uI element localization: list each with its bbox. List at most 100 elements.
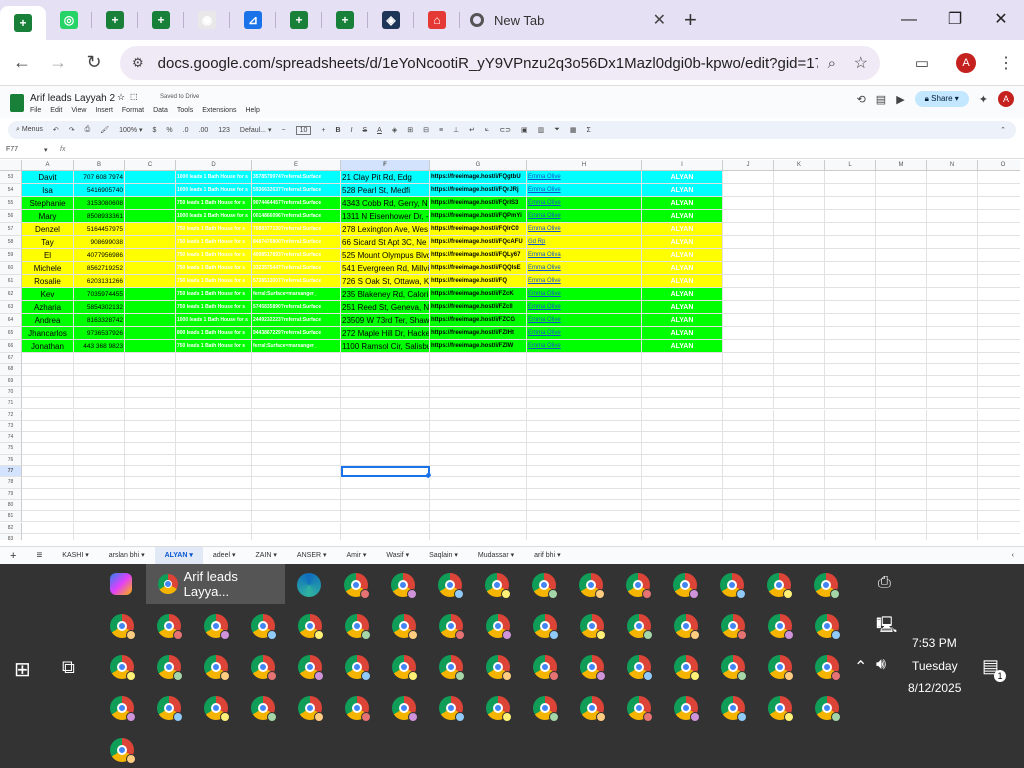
cell-m[interactable]: [876, 420, 927, 433]
cell-j[interactable]: [723, 301, 774, 314]
cell-e[interactable]: [252, 499, 341, 512]
sheet-tab-dropdown-icon[interactable]: ▾: [452, 552, 458, 559]
cell-a[interactable]: Jhancarlos: [22, 327, 74, 340]
browser-tab-6[interactable]: ⊿: [230, 0, 276, 40]
font-size-input[interactable]: 10: [295, 125, 312, 135]
cell-e[interactable]: [252, 409, 341, 421]
formula-input[interactable]: [80, 143, 1010, 158]
cell-c[interactable]: [125, 533, 176, 540]
sheet-tab-amir[interactable]: Amir ▾: [337, 547, 377, 565]
name-box-dropdown-icon[interactable]: ▾: [44, 146, 48, 154]
cell-j[interactable]: [723, 477, 774, 489]
cell-m[interactable]: [876, 171, 927, 184]
chrome-taskbar-icon[interactable]: [110, 696, 136, 722]
cell-i[interactable]: ALYAN: [642, 262, 723, 275]
zoom-select[interactable]: 100% ▾: [119, 126, 142, 134]
cell-o[interactable]: [978, 455, 1020, 466]
cell-l[interactable]: [825, 454, 876, 466]
cell-b[interactable]: 7035974455: [74, 288, 125, 301]
cell-d[interactable]: [176, 443, 252, 455]
cell-d[interactable]: 750 leads 1 Bath House for s: [176, 223, 252, 236]
cell-k[interactable]: [774, 522, 825, 534]
cell-l[interactable]: [825, 398, 876, 410]
reload-icon[interactable]: ↻: [76, 52, 112, 73]
cell-i[interactable]: ALYAN: [642, 236, 723, 249]
chrome-taskbar-icon[interactable]: [580, 614, 606, 640]
cell-j[interactable]: [723, 327, 774, 340]
cell-a[interactable]: Mary: [22, 210, 74, 223]
cell-o[interactable]: [978, 327, 1020, 340]
menus-search[interactable]: ⌕ Menus: [16, 126, 43, 134]
cell-k[interactable]: [774, 386, 825, 399]
cell-o[interactable]: [978, 534, 1020, 540]
row-header[interactable]: 53: [0, 171, 22, 184]
close-window-icon[interactable]: ✕: [978, 0, 1024, 40]
sheet-tab-dropdown-icon[interactable]: ▾: [187, 552, 193, 559]
cell-o[interactable]: [978, 466, 1020, 478]
cell-j[interactable]: [723, 262, 774, 275]
cell-h[interactable]: Emma Olive: [527, 223, 642, 236]
cell-b[interactable]: [74, 443, 125, 455]
browser-tab-5[interactable]: ◉: [184, 0, 230, 40]
cell-c[interactable]: [125, 409, 176, 421]
cell-a[interactable]: [22, 386, 74, 399]
cell-h[interactable]: [527, 488, 642, 500]
cell-a[interactable]: Denzel: [22, 223, 74, 236]
cell-c[interactable]: [125, 327, 176, 340]
cell-d[interactable]: [176, 432, 252, 444]
cell-n[interactable]: [927, 466, 978, 478]
cell-c[interactable]: [125, 432, 176, 444]
cell-o[interactable]: [978, 236, 1020, 249]
cell-h[interactable]: Emma Olive: [527, 301, 642, 314]
cell-b[interactable]: 5416905740: [74, 184, 125, 197]
cell-o[interactable]: [978, 364, 1020, 376]
row-header[interactable]: 81: [0, 511, 22, 523]
cell-i[interactable]: [642, 533, 723, 540]
new-tab-plus-icon[interactable]: +: [684, 7, 697, 33]
row-header[interactable]: 77: [0, 466, 22, 478]
cell-o[interactable]: [978, 489, 1020, 500]
cell-b[interactable]: 8508933361: [74, 210, 125, 223]
cell-i[interactable]: ALYAN: [642, 340, 723, 353]
cell-j[interactable]: [723, 223, 774, 236]
cell-o[interactable]: [978, 477, 1020, 489]
row-header[interactable]: 59: [0, 249, 22, 262]
chrome-taskbar-icon[interactable]: [768, 614, 794, 640]
cell-g[interactable]: https://freeimage.host/i/FZcK: [430, 288, 527, 301]
cell-b[interactable]: 5164457975: [74, 223, 125, 236]
cell-i[interactable]: [642, 420, 723, 433]
cell-j[interactable]: [723, 533, 774, 540]
browser-tab-2[interactable]: ◎: [46, 0, 92, 40]
cell-a[interactable]: [22, 511, 74, 523]
chrome-taskbar-icon[interactable]: [344, 573, 370, 599]
cell-g[interactable]: [430, 466, 527, 478]
cell-a[interactable]: [22, 454, 74, 466]
cell-m[interactable]: [876, 236, 927, 249]
cell-a[interactable]: [22, 375, 74, 387]
cell-a[interactable]: Stephanie: [22, 197, 74, 210]
cell-j[interactable]: [723, 511, 774, 523]
sheet-tab-wasif[interactable]: Wasif ▾: [376, 547, 419, 565]
cell-m[interactable]: [876, 314, 927, 327]
cell-b[interactable]: [74, 522, 125, 534]
cell-d[interactable]: [176, 398, 252, 410]
cell-i[interactable]: [642, 432, 723, 444]
chrome-taskbar-icon[interactable]: [345, 655, 371, 681]
meet-now-icon[interactable]: ⎙: [878, 574, 891, 592]
comment-icon[interactable]: ▣: [521, 126, 528, 134]
cell-m[interactable]: [876, 184, 927, 197]
cell-e[interactable]: [252, 466, 341, 478]
cell-f[interactable]: 4343 Cobb Rd, Gerry, N: [341, 197, 430, 210]
chrome-taskbar-icon[interactable]: [486, 696, 512, 722]
cell-b[interactable]: 443 368 9823: [74, 340, 125, 353]
cell-m[interactable]: [876, 533, 927, 540]
cell-i[interactable]: [642, 353, 723, 365]
cell-l[interactable]: [825, 210, 876, 223]
cell-h[interactable]: [527, 375, 642, 387]
cell-o[interactable]: [978, 340, 1020, 353]
cell-f[interactable]: [341, 353, 430, 365]
cell-m[interactable]: [876, 327, 927, 340]
percent-button[interactable]: %: [166, 127, 172, 134]
cell-f[interactable]: 21 Clay Pit Rd, Edg: [341, 171, 430, 184]
cell-b[interactable]: [74, 477, 125, 489]
